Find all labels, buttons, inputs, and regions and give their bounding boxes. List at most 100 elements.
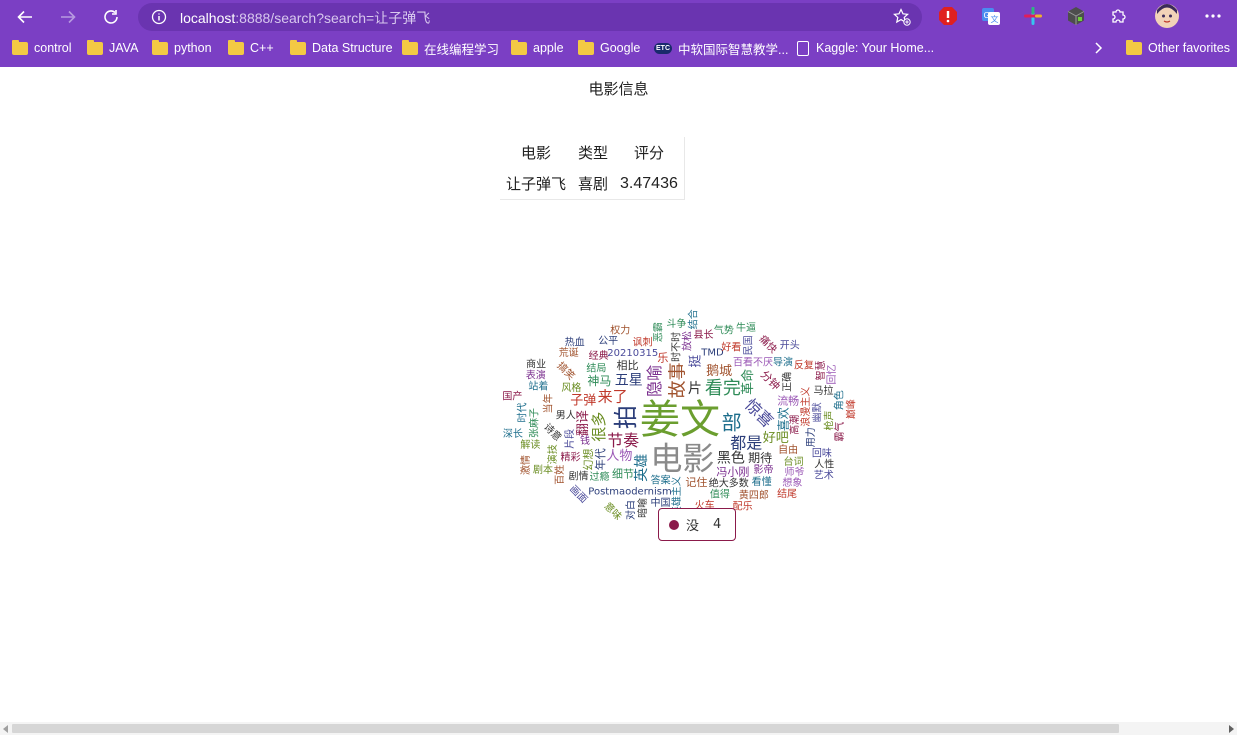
wordcloud-word[interactable]: 高潮	[788, 415, 801, 435]
wordcloud-word[interactable]: 表演	[526, 369, 546, 382]
wordcloud-word[interactable]: 演技	[546, 444, 559, 464]
wordcloud-word[interactable]: 电影	[650, 440, 714, 478]
wordcloud-word[interactable]: 时代	[516, 403, 528, 423]
wordcloud-word[interactable]: 画面	[567, 484, 589, 506]
bookmark-data-structure[interactable]: Data Structure	[290, 36, 393, 60]
bookmark-etc[interactable]: ETC 中软国际智慧教学...	[654, 36, 788, 60]
extensions-puzzle-icon[interactable]	[1109, 6, 1129, 26]
wordcloud-word[interactable]: 片	[688, 381, 702, 397]
wordcloud-word[interactable]: 神马	[587, 374, 611, 388]
wordcloud-word[interactable]: 枪声	[822, 411, 835, 431]
cube-extension-icon[interactable]	[1066, 6, 1086, 26]
wordcloud-word[interactable]: 精彩	[560, 450, 580, 463]
wordcloud-word[interactable]: 艺术	[814, 470, 834, 482]
horizontal-scrollbar[interactable]	[0, 722, 1237, 735]
wordcloud-word[interactable]: 风格	[561, 381, 581, 394]
wordcloud-word[interactable]: 黄四郎	[739, 488, 769, 501]
scroll-right-arrow-icon[interactable]	[1229, 725, 1234, 733]
wordcloud-word[interactable]: 商业	[526, 357, 546, 370]
wordcloud-word[interactable]: 片段	[563, 429, 576, 449]
bookmark-apple[interactable]: apple	[511, 36, 564, 60]
wordcloud-word[interactable]: 台词	[784, 455, 804, 468]
wordcloud-word[interactable]: 激情	[519, 455, 532, 475]
wordcloud-word[interactable]: 细节	[612, 468, 634, 481]
back-icon[interactable]	[12, 4, 38, 30]
wordcloud-word[interactable]: 百姓	[553, 465, 566, 485]
profile-avatar[interactable]	[1155, 4, 1179, 28]
wordcloud-word[interactable]: 相比	[617, 359, 639, 372]
wordcloud-word[interactable]: 翻译	[576, 410, 591, 436]
wordcloud-word[interactable]: 节奏	[607, 431, 639, 450]
wordcloud-word[interactable]: 分钟	[758, 367, 783, 392]
wordcloud-word[interactable]: 浪漫主义	[799, 387, 812, 427]
wordcloud-word[interactable]: 拍	[612, 405, 640, 429]
scroll-left-arrow-icon[interactable]	[3, 725, 8, 733]
wordcloud-word[interactable]: 角色	[832, 390, 845, 410]
wordcloud-word[interactable]: 国产	[502, 389, 522, 402]
wordcloud-word[interactable]: 冯小刚	[716, 465, 749, 478]
wordcloud-word[interactable]: 剧本	[533, 463, 553, 476]
wordcloud-word[interactable]: 影帝	[754, 463, 774, 476]
wordcloud-word[interactable]: 经典	[589, 349, 609, 362]
wordcloud-word[interactable]: 剧情	[568, 470, 588, 483]
wordcloud-word[interactable]: 男人	[556, 409, 576, 421]
wordcloud-word[interactable]: 当年	[542, 394, 555, 414]
bookmark-cpp[interactable]: C++	[228, 36, 274, 60]
wordcloud-word[interactable]: 马拉	[813, 384, 833, 397]
wordcloud-word[interactable]: 革命	[740, 369, 756, 395]
wordcloud-word[interactable]: 看完	[705, 378, 741, 399]
wordcloud-word[interactable]: 回忆	[825, 364, 838, 384]
wordcloud-word[interactable]: 惊喜	[741, 395, 777, 431]
wordcloud-word[interactable]: 搞笑	[555, 359, 578, 382]
bookmark-kaggle[interactable]: Kaggle: Your Home...	[797, 36, 934, 60]
wordcloud-word[interactable]: 五星	[615, 372, 643, 388]
wordcloud-word[interactable]: 故事	[668, 362, 689, 398]
wordcloud-word[interactable]: 20210315	[607, 348, 658, 359]
wordcloud-word[interactable]: 结合	[686, 309, 699, 329]
wordcloud-word[interactable]: 牛逼	[736, 321, 756, 334]
wordcloud-word[interactable]: 好看	[721, 340, 741, 353]
more-menu-icon[interactable]	[1203, 6, 1223, 26]
wordcloud-word[interactable]: 公平	[598, 336, 618, 347]
wordcloud-word[interactable]: 中国	[651, 496, 671, 509]
wordcloud-word[interactable]: 幻想	[581, 448, 595, 470]
wordcloud-word[interactable]: 权力	[610, 323, 630, 336]
bookmark-python[interactable]: python	[152, 36, 212, 60]
refresh-icon[interactable]	[98, 4, 124, 30]
wordcloud-word[interactable]: 张麻子	[527, 408, 540, 438]
wordcloud-word[interactable]: 放松	[681, 331, 694, 351]
wordcloud-word[interactable]: 智慧	[814, 361, 827, 381]
wordcloud-word[interactable]: 部	[722, 411, 742, 435]
wordcloud-word[interactable]: 流畅	[777, 393, 799, 407]
wordcloud-word[interactable]: 乐	[657, 352, 668, 365]
wordcloud-word[interactable]: 绝大多数	[709, 476, 749, 489]
wordcloud-word[interactable]: 隐喻	[645, 365, 664, 397]
wordcloud-word[interactable]: 值得	[710, 488, 730, 501]
wordcloud-word[interactable]: 对白	[624, 500, 637, 520]
wordcloud-word[interactable]: 好吧	[763, 431, 789, 446]
wordcloud-word[interactable]: 开头	[780, 340, 800, 352]
bookmark-java[interactable]: JAVA	[87, 36, 138, 60]
wordcloud-word[interactable]: 年代	[593, 448, 607, 470]
wordcloud-word[interactable]: 鹅城	[706, 363, 732, 379]
wordcloud-word[interactable]: 正确	[781, 372, 794, 392]
wordcloud-word[interactable]: 导演	[773, 356, 793, 369]
wordcloud-word[interactable]: 很多	[590, 412, 608, 442]
wordcloud-word[interactable]: 英雄	[633, 454, 650, 482]
translate-extension-icon[interactable]: G文	[981, 6, 1001, 26]
wordcloud-word[interactable]: 意味	[601, 499, 624, 522]
bookmark-other-favorites[interactable]: Other favorites	[1126, 36, 1230, 60]
wordcloud-word[interactable]: 斗争	[666, 317, 686, 330]
wordcloud-word[interactable]: 答案	[651, 473, 671, 486]
wordcloud-word[interactable]: 师爷	[785, 465, 805, 478]
wordcloud-word[interactable]: 百看不厌	[733, 356, 773, 369]
bookmarks-overflow-chevron-icon[interactable]	[1093, 36, 1105, 60]
wordcloud-word[interactable]: 巅峰	[845, 399, 857, 419]
wordcloud-word[interactable]: 看懂	[752, 475, 772, 488]
wordcloud-word[interactable]: 幽默	[812, 402, 824, 422]
wordcloud-word[interactable]: 霸气	[833, 422, 846, 442]
wordcloud-word[interactable]: 讽刺	[633, 336, 653, 348]
wordcloud-word[interactable]: 人物	[606, 449, 632, 464]
adblock-extension-icon[interactable]	[938, 6, 958, 26]
wordcloud-word[interactable]: 反复	[794, 359, 814, 372]
